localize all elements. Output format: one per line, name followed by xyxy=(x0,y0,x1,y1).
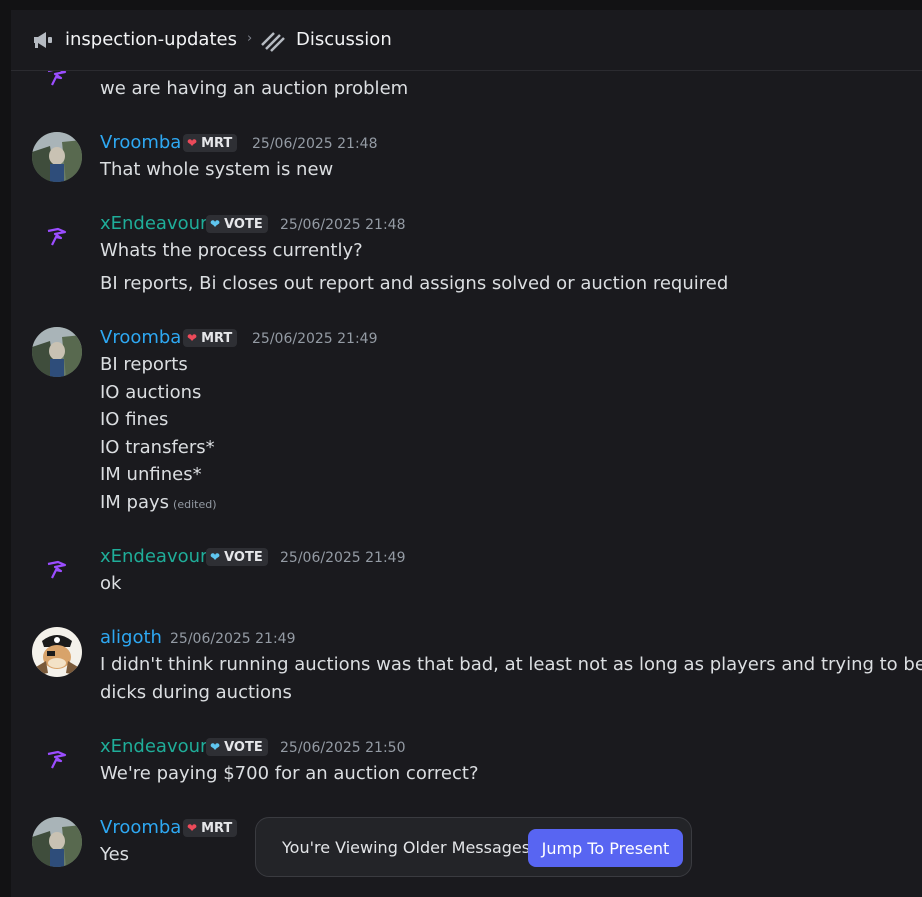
role-badge-label: MRT xyxy=(201,820,233,836)
message-text: dicks during auctions xyxy=(100,682,292,703)
message-text: BI reports, Bi closes out report and ass… xyxy=(100,273,729,294)
avatar[interactable] xyxy=(32,132,82,182)
wolf-avatar-icon[interactable] xyxy=(45,225,69,249)
role-badge-label: VOTE xyxy=(224,739,263,755)
edited-label: (edited) xyxy=(173,498,217,511)
message-timestamp: 25/06/2025 21:50 xyxy=(280,740,406,756)
message-text: That whole system is new xyxy=(100,159,334,180)
jump-to-present-button[interactable]: Jump To Present xyxy=(528,829,683,867)
message-text: BI reports xyxy=(100,354,188,375)
message-text: IO transfers* xyxy=(100,437,215,458)
message-text: IO fines xyxy=(100,409,169,430)
role-badge[interactable]: ❤ MRT xyxy=(183,819,238,837)
announcement-channel-icon[interactable] xyxy=(31,28,55,52)
role-badge[interactable]: ❤ MRT xyxy=(183,134,238,152)
message-timestamp: 25/06/2025 21:49 xyxy=(252,331,378,347)
left-rail xyxy=(0,0,11,897)
message-author[interactable]: aligoth xyxy=(100,627,162,648)
channel-header: inspection-updates › Discussion xyxy=(11,10,922,71)
message-text: Yes xyxy=(100,844,130,865)
older-messages-label: You're Viewing Older Messages xyxy=(282,838,531,857)
role-badge[interactable]: ❤ VOTE xyxy=(206,738,268,756)
message-author[interactable]: Vroomba xyxy=(100,327,181,348)
message-text: IM pays (edited) xyxy=(100,492,217,513)
heart-icon: ❤ xyxy=(210,740,221,754)
channel-name[interactable]: inspection-updates xyxy=(65,29,237,50)
role-badge[interactable]: ❤ MRT xyxy=(183,329,238,347)
message-author[interactable]: xEndeavour xyxy=(100,546,207,567)
message-author[interactable]: xEndeavour xyxy=(100,736,207,757)
message-text: We're paying $700 for an auction correct… xyxy=(100,763,479,784)
message-text: IO auctions xyxy=(100,382,202,403)
role-badge-label: VOTE xyxy=(224,216,263,232)
wolf-avatar-icon[interactable] xyxy=(45,71,69,89)
thread-name[interactable]: Discussion xyxy=(296,29,392,50)
message-author[interactable]: xEndeavour xyxy=(100,213,207,234)
message-author[interactable]: Vroomba xyxy=(100,132,181,153)
chevron-right-icon: › xyxy=(247,31,253,46)
role-badge-label: MRT xyxy=(201,330,233,346)
message-timestamp: 25/06/2025 21:49 xyxy=(170,631,296,647)
heart-icon: ❤ xyxy=(187,136,198,150)
avatar[interactable] xyxy=(32,817,82,867)
message-feed[interactable]: we are having an auction problem Vroomba… xyxy=(11,71,922,897)
role-badge-label: VOTE xyxy=(224,549,263,565)
message-author[interactable]: Vroomba xyxy=(100,817,181,838)
thread-icon xyxy=(261,32,285,52)
older-messages-bar: You're Viewing Older Messages Jump To Pr… xyxy=(255,817,692,877)
message-text: ok xyxy=(100,573,122,594)
wolf-avatar-icon[interactable] xyxy=(45,558,69,582)
heart-icon: ❤ xyxy=(210,217,221,231)
role-badge[interactable]: ❤ VOTE xyxy=(206,215,268,233)
role-badge[interactable]: ❤ VOTE xyxy=(206,548,268,566)
message-text: we are having an auction problem xyxy=(100,78,409,99)
window-top-strip xyxy=(11,0,922,10)
message-text: Whats the process currently? xyxy=(100,240,363,261)
message-timestamp: 25/06/2025 21:48 xyxy=(252,136,378,152)
message-text: I didn't think running auctions was that… xyxy=(100,654,922,675)
heart-icon: ❤ xyxy=(187,331,198,345)
avatar[interactable] xyxy=(32,327,82,377)
message-text: IM unfines* xyxy=(100,464,202,485)
message-timestamp: 25/06/2025 21:49 xyxy=(280,550,406,566)
message-timestamp: 25/06/2025 21:48 xyxy=(280,217,406,233)
heart-icon: ❤ xyxy=(187,821,198,835)
avatar[interactable] xyxy=(32,627,82,677)
role-badge-label: MRT xyxy=(201,135,233,151)
wolf-avatar-icon[interactable] xyxy=(45,748,69,772)
message-text-line: IM pays xyxy=(100,492,170,513)
heart-icon: ❤ xyxy=(210,550,221,564)
